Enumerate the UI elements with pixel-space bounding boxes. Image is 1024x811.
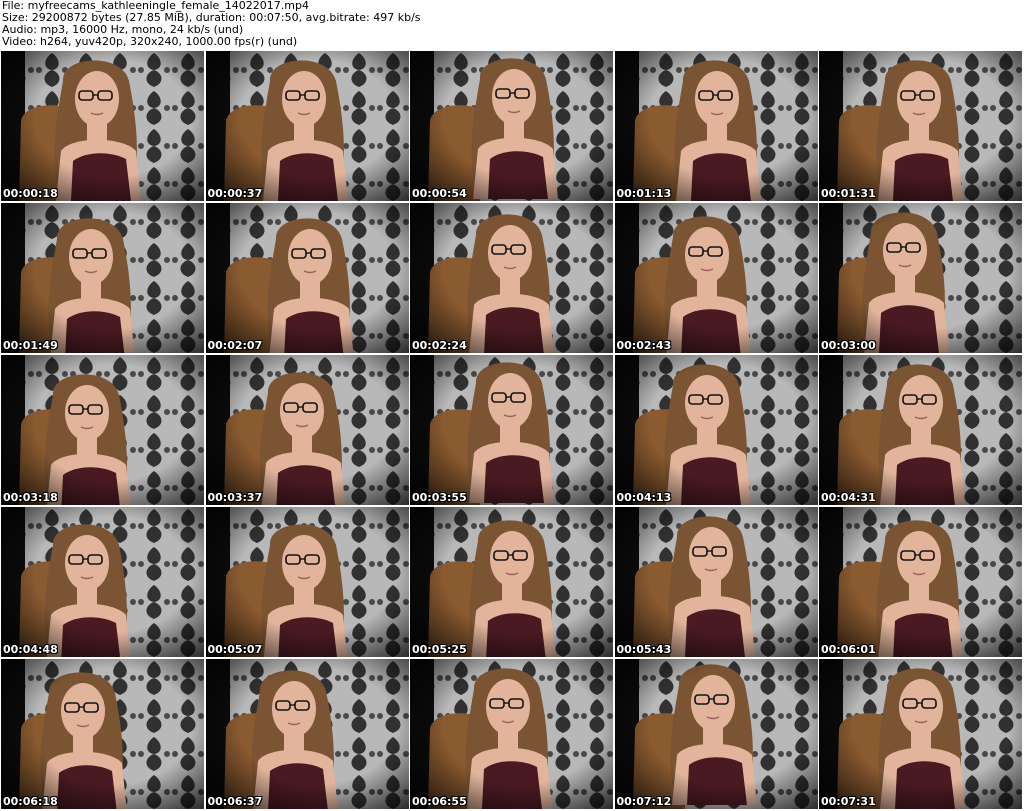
thumbnail-frame xyxy=(614,659,818,809)
thumbnail-timestamp: 00:04:48 xyxy=(3,643,58,656)
thumbnail-frame xyxy=(410,203,613,353)
video-thumbnail: 00:02:43 xyxy=(614,203,818,353)
thumbnail-timestamp: 00:05:25 xyxy=(412,643,467,656)
video-thumbnail: 00:06:37 xyxy=(205,659,409,809)
thumbnail-timestamp: 00:07:12 xyxy=(616,795,672,808)
thumbnail-frame xyxy=(614,51,818,201)
thumbnail-timestamp: 00:06:18 xyxy=(3,795,58,808)
thumbnail-frame xyxy=(205,507,409,657)
video-thumbnail: 00:05:25 xyxy=(410,507,613,657)
video-thumbnail: 00:04:13 xyxy=(614,355,818,505)
thumbnail-timestamp: 00:05:43 xyxy=(616,643,672,656)
thumbnail-frame xyxy=(819,51,1022,201)
thumbnail-timestamp: 00:04:31 xyxy=(821,491,876,504)
thumbnail-timestamp: 00:07:31 xyxy=(821,795,876,808)
video-thumbnail: 00:01:13 xyxy=(614,51,818,201)
thumbnail-frame xyxy=(819,659,1022,809)
thumbnail-timestamp: 00:03:37 xyxy=(207,491,263,504)
thumbnail-timestamp: 00:01:31 xyxy=(821,187,876,200)
thumbnail-timestamp: 00:06:55 xyxy=(412,795,467,808)
video-thumbnail: 00:05:43 xyxy=(614,507,818,657)
video-thumbnail: 00:01:31 xyxy=(819,51,1022,201)
thumbnail-frame xyxy=(819,355,1022,505)
video-thumbnail: 00:02:07 xyxy=(205,203,409,353)
thumbnail-frame xyxy=(205,355,409,505)
thumbnail-frame xyxy=(205,51,409,201)
video-thumbnail: 00:05:07 xyxy=(205,507,409,657)
thumbnail-timestamp: 00:03:55 xyxy=(412,491,467,504)
video-info-line: Video: h264, yuv420p, 320x240, 1000.00 f… xyxy=(2,35,298,48)
video-thumbnail: 00:03:55 xyxy=(410,355,613,505)
video-thumbnail: 00:04:31 xyxy=(819,355,1022,505)
thumbnail-timestamp: 00:02:07 xyxy=(207,339,263,352)
thumbnail-timestamp: 00:00:37 xyxy=(207,187,263,200)
thumbnail-frame xyxy=(1,507,204,657)
thumbnail-frame xyxy=(410,659,613,809)
video-thumbnail: 00:06:18 xyxy=(1,659,204,809)
video-thumbnail: 00:02:24 xyxy=(410,203,613,353)
thumbnail-timestamp: 00:01:49 xyxy=(3,339,58,352)
thumbnail-frame xyxy=(819,507,1022,657)
thumbnail-timestamp: 00:06:01 xyxy=(821,643,876,656)
thumbnail-frame xyxy=(410,51,613,201)
thumbnail-timestamp: 00:06:37 xyxy=(207,795,263,808)
thumbnail-frame xyxy=(1,659,204,809)
video-thumbnail: 00:07:31 xyxy=(819,659,1022,809)
thumbnail-frame xyxy=(205,203,409,353)
thumbnail-timestamp: 00:02:43 xyxy=(616,339,672,352)
file-info-header: File: myfreecams_kathleeningle_female_14… xyxy=(2,0,1022,50)
video-thumbnail: 00:03:00 xyxy=(819,203,1022,353)
thumbnail-frame xyxy=(205,659,409,809)
video-thumbnail: 00:04:48 xyxy=(1,507,204,657)
thumbnail-timestamp: 00:00:18 xyxy=(3,187,58,200)
video-thumbnail: 00:00:37 xyxy=(205,51,409,201)
video-thumbnail: 00:06:01 xyxy=(819,507,1022,657)
thumbnail-frame xyxy=(410,355,613,505)
thumbnail-timestamp: 00:01:13 xyxy=(616,187,672,200)
thumbnail-frame xyxy=(410,507,613,657)
thumbnail-frame xyxy=(614,203,818,353)
thumbnail-frame xyxy=(614,507,818,657)
video-thumbnail: 00:03:18 xyxy=(1,355,204,505)
thumbnail-frame xyxy=(1,51,204,201)
thumbnail-frame xyxy=(1,203,204,353)
thumbnail-timestamp: 00:04:13 xyxy=(616,491,672,504)
video-thumbnail: 00:00:18 xyxy=(1,51,204,201)
video-thumbnail: 00:00:54 xyxy=(410,51,613,201)
thumbnail-frame xyxy=(1,355,204,505)
thumbnail-frame xyxy=(614,355,818,505)
thumbnail-timestamp: 00:03:00 xyxy=(821,339,876,352)
video-thumbnail: 00:06:55 xyxy=(410,659,613,809)
video-thumbnail: 00:01:49 xyxy=(1,203,204,353)
video-thumbnail: 00:07:12 xyxy=(614,659,818,809)
thumbnail-frame xyxy=(819,203,1022,353)
thumbnail-timestamp: 00:00:54 xyxy=(412,187,467,200)
video-thumbnail: 00:03:37 xyxy=(205,355,409,505)
thumbnail-timestamp: 00:05:07 xyxy=(207,643,263,656)
thumbnail-timestamp: 00:02:24 xyxy=(412,339,467,352)
thumbnail-grid: 00:00:18 00:00:37 00:00:54 00:01:13 00:01:31… xyxy=(1,51,1023,810)
thumbnail-timestamp: 00:03:18 xyxy=(3,491,58,504)
